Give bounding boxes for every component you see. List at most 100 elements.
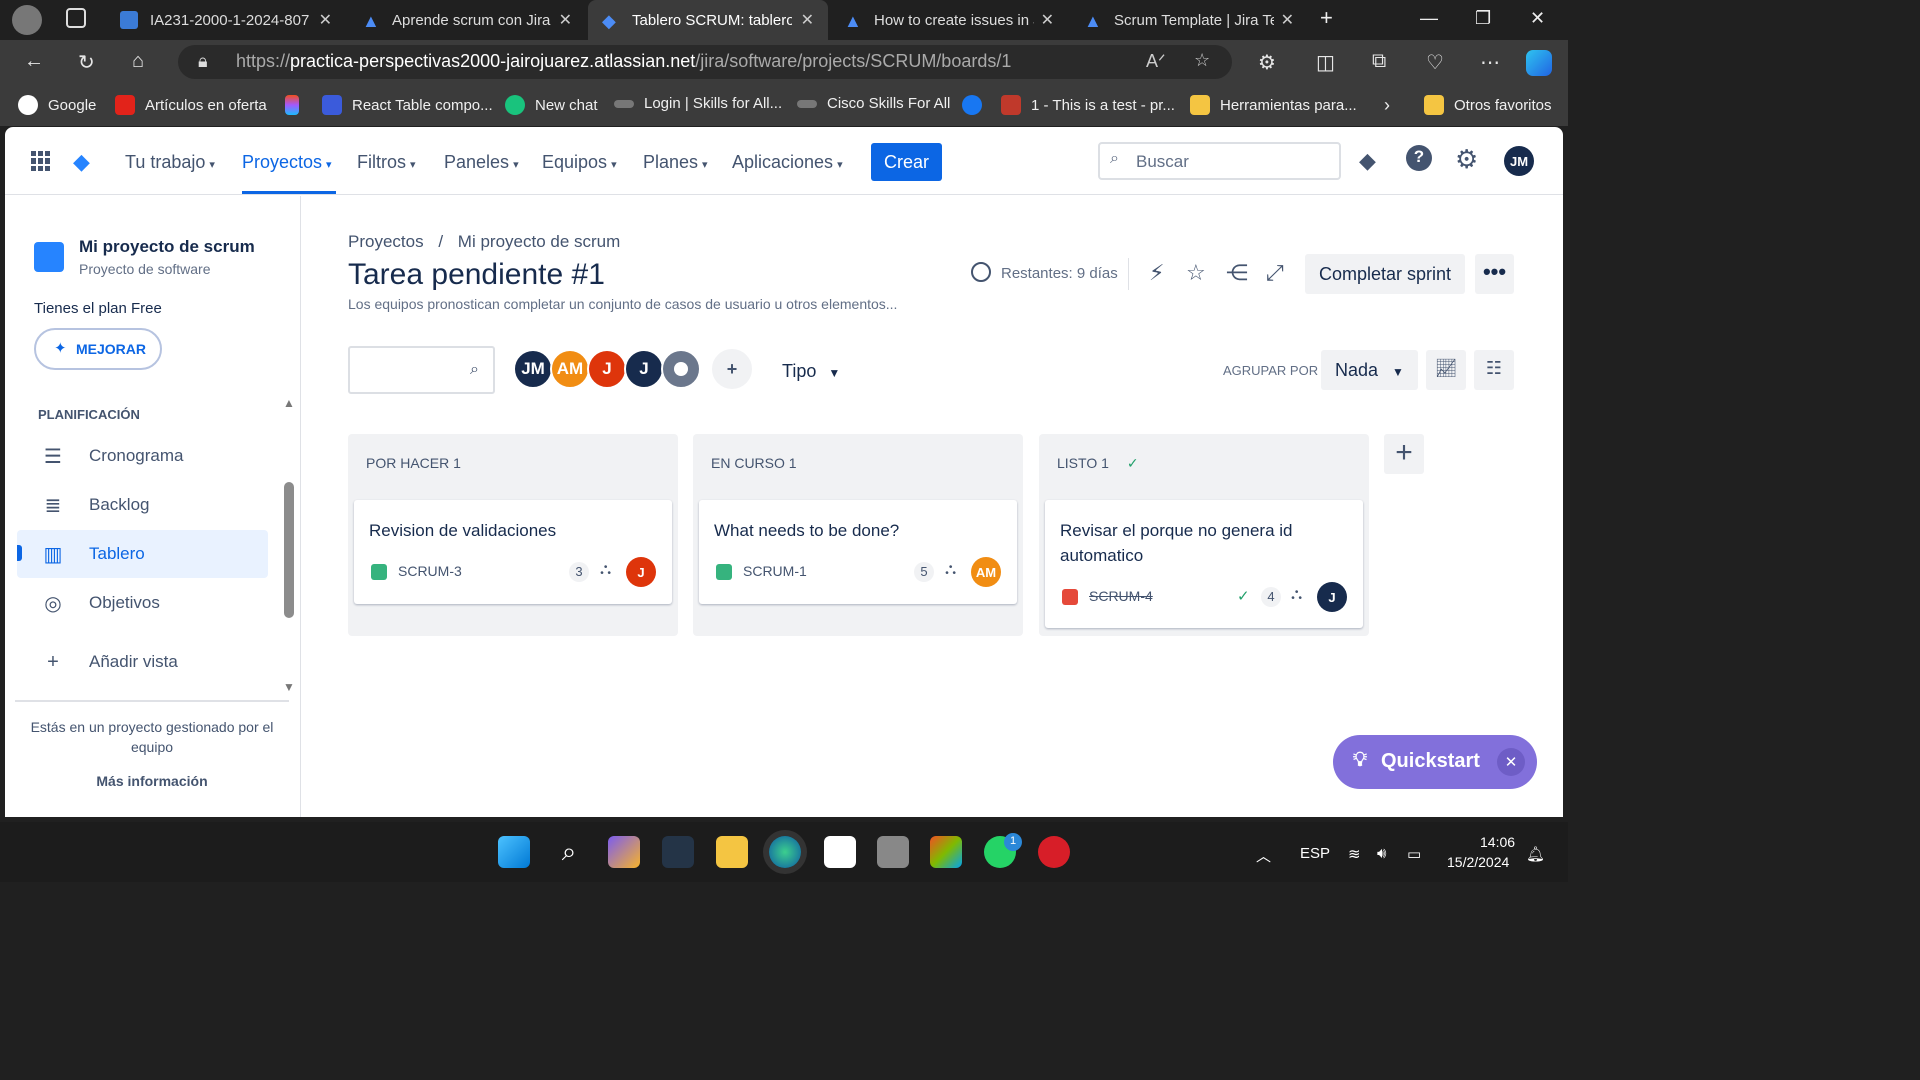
browser-tab[interactable]: IA231-2000-1-2024-8079 ✕ xyxy=(108,0,346,40)
sidebar-scrollbar[interactable] xyxy=(284,482,294,618)
view-settings-icon[interactable]: ☷ xyxy=(1474,350,1514,390)
quickstart-button[interactable]: 💡︎ Quickstart ✕ xyxy=(1333,735,1537,789)
sidebar-item-cronograma[interactable]: ☰ Cronograma xyxy=(17,432,268,480)
share-icon[interactable]: ⋲ xyxy=(1226,260,1248,286)
clock-date[interactable]: 15/2/2024 xyxy=(1447,854,1509,870)
project-name[interactable]: Mi proyecto de scrum xyxy=(79,237,255,257)
breadcrumb-projects[interactable]: Proyectos xyxy=(348,232,424,251)
unassigned-avatar-icon[interactable] xyxy=(661,349,701,389)
assignee-avatar[interactable]: AM xyxy=(971,557,1001,587)
notifications-bell-icon[interactable]: 🔔︎ xyxy=(1526,845,1545,863)
nav-proyectos[interactable]: Proyectos ▾ xyxy=(242,152,332,173)
refresh-icon[interactable]: ↻ xyxy=(78,50,95,75)
nav-tu-trabajo[interactable]: Tu trabajo ▾ xyxy=(125,152,215,173)
bookmark-herramientas[interactable]: Herramientas para... xyxy=(1190,95,1357,115)
minimize-icon[interactable]: — xyxy=(1420,8,1438,29)
home-icon[interactable]: ⌂ xyxy=(132,50,144,73)
close-tab-icon[interactable]: ✕ xyxy=(801,10,814,30)
scroll-down-icon[interactable]: ▼ xyxy=(283,680,295,694)
notifications-icon[interactable]: ◆ xyxy=(1359,148,1376,174)
create-button[interactable]: Crear xyxy=(871,143,942,181)
battery-icon[interactable]: ▭ xyxy=(1407,845,1421,863)
group-by-select[interactable]: Nada ▼ xyxy=(1321,350,1418,390)
avatar-filter[interactable]: JM xyxy=(513,349,553,389)
bookmark-react-table[interactable]: React Table compo... xyxy=(322,95,493,115)
store-icon[interactable] xyxy=(824,836,856,868)
extensions-icon[interactable]: ⚙ xyxy=(1258,50,1276,75)
favorite-star-icon[interactable]: ☆ xyxy=(1194,50,1210,71)
fullscreen-icon[interactable]: ⤢ xyxy=(1266,260,1284,286)
maximize-icon[interactable]: ❐ xyxy=(1475,8,1491,29)
workspaces-icon[interactable] xyxy=(66,8,86,28)
more-options-button[interactable]: ••• xyxy=(1475,254,1514,294)
new-tab-icon[interactable]: + xyxy=(1320,5,1333,31)
bookmark-otros-favoritos[interactable]: Otros favoritos xyxy=(1424,95,1552,115)
close-icon[interactable]: ✕ xyxy=(1497,748,1525,776)
copilot-icon[interactable] xyxy=(1526,50,1552,76)
terminal-app-icon[interactable] xyxy=(662,836,694,868)
bookmark-new-chat[interactable]: New chat xyxy=(505,95,598,115)
issue-card[interactable]: Revision de validaciones SCRUM-3 3 ⛬ J xyxy=(354,500,672,604)
read-aloud-icon[interactable]: Aᐟ xyxy=(1146,51,1166,72)
browser-tab[interactable]: ▲ Aprende scrum con Jira Software ✕ xyxy=(348,0,586,40)
browser-tab-active[interactable]: ◆ Tablero SCRUM: tablero ágil ✕ xyxy=(588,0,828,40)
nav-paneles[interactable]: Paneles ▾ xyxy=(444,152,519,173)
chevron-right-icon[interactable]: › xyxy=(1384,95,1390,116)
split-screen-icon[interactable]: ◫ xyxy=(1316,50,1335,75)
file-explorer-icon[interactable] xyxy=(716,836,748,868)
close-tab-icon[interactable]: ✕ xyxy=(559,10,572,30)
menu-icon[interactable]: ⋯ xyxy=(1480,50,1500,75)
user-avatar[interactable]: JM xyxy=(1504,146,1534,176)
performance-icon[interactable]: ♡ xyxy=(1426,50,1444,75)
settings-gear-icon[interactable]: ⚙ xyxy=(1455,144,1478,175)
nav-filtros[interactable]: Filtros ▾ xyxy=(357,152,416,173)
antivirus-icon[interactable] xyxy=(1038,836,1070,868)
input-language[interactable]: ESP xyxy=(1300,845,1330,862)
show-hidden-icons-icon[interactable]: ︿ xyxy=(1256,845,1271,866)
sidebar-item-objetivos[interactable]: ◎ Objetivos xyxy=(17,579,268,627)
browser-tab[interactable]: ▲ Scrum Template | Jira Templates ✕ xyxy=(1070,0,1308,40)
type-filter-dropdown[interactable]: Tipo ▼ xyxy=(782,361,840,382)
browser-tab[interactable]: ▲ How to create issues in Jira ✕ xyxy=(830,0,1068,40)
assignee-avatar[interactable]: J xyxy=(626,557,656,587)
issue-card[interactable]: Revisar el porque no genera id automatic… xyxy=(1045,500,1363,628)
edge-browser-icon[interactable] xyxy=(769,836,801,868)
copilot-app-icon[interactable] xyxy=(608,836,640,868)
bookmark-test[interactable]: 1 - This is a test - pr... xyxy=(1001,95,1175,115)
complete-sprint-button[interactable]: Completar sprint xyxy=(1305,254,1465,294)
media-app-icon[interactable] xyxy=(877,836,909,868)
start-windows-icon[interactable] xyxy=(498,836,530,868)
automation-bolt-icon[interactable]: ⚡︎ xyxy=(1149,260,1164,286)
scroll-up-icon[interactable]: ▲ xyxy=(283,396,295,410)
star-icon[interactable]: ☆ xyxy=(1186,260,1206,286)
avatar-filter[interactable]: AM xyxy=(550,349,590,389)
clock-time[interactable]: 14:06 xyxy=(1480,834,1515,850)
avatar-filter[interactable]: J xyxy=(624,349,664,389)
issue-card[interactable]: What needs to be done? SCRUM-1 5 ⛬ AM xyxy=(699,500,1017,604)
profile-avatar[interactable] xyxy=(12,5,42,35)
bookmark-facebook[interactable] xyxy=(962,95,992,115)
back-icon[interactable]: ← xyxy=(24,50,44,73)
office-app-icon[interactable] xyxy=(930,836,962,868)
close-tab-icon[interactable]: ✕ xyxy=(1281,10,1294,30)
url-field[interactable]: 🔒︎ https://practica-perspectivas2000-jai… xyxy=(178,45,1232,79)
close-tab-icon[interactable]: ✕ xyxy=(319,10,332,30)
sidebar-item-backlog[interactable]: ≣ Backlog xyxy=(17,481,268,529)
upgrade-button[interactable]: ✦ MEJORAR xyxy=(34,328,162,370)
assignee-avatar[interactable]: J xyxy=(1317,582,1347,612)
app-switcher-icon[interactable] xyxy=(31,151,51,171)
help-icon[interactable]: ? xyxy=(1406,145,1432,171)
add-people-icon[interactable]: + xyxy=(712,349,752,389)
insights-icon[interactable]: 📈︎ xyxy=(1426,350,1466,390)
wifi-icon[interactable]: ≋ xyxy=(1348,845,1361,863)
close-tab-icon[interactable]: ✕ xyxy=(1041,10,1054,30)
search-input[interactable]: ⌕ Buscar xyxy=(1098,142,1341,180)
sidebar-item-add-view[interactable]: + Añadir vista xyxy=(17,638,268,686)
bookmark-cisco-skills[interactable]: Cisco Skills For All xyxy=(797,95,950,112)
nav-planes[interactable]: Planes ▾ xyxy=(643,152,708,173)
jira-logo-icon[interactable]: ◆ xyxy=(73,149,90,175)
volume-icon[interactable]: 🔊︎ xyxy=(1377,845,1386,862)
collections-icon[interactable]: ⧉ xyxy=(1372,50,1386,73)
bookmark-ofertas[interactable]: Artículos en oferta xyxy=(115,95,267,115)
breadcrumb-project[interactable]: Mi proyecto de scrum xyxy=(458,232,621,251)
